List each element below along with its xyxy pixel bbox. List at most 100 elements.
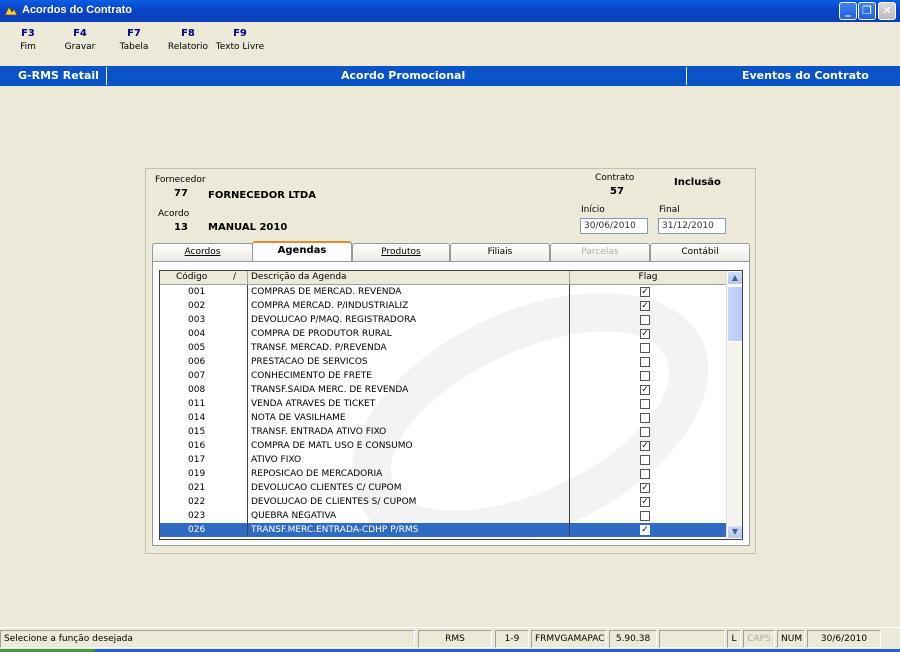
close-icon: ✕ [882, 4, 892, 17]
fkey-texto-livre[interactable]: F9 Texto Livre [214, 28, 266, 52]
rms-app-icon [4, 6, 18, 16]
flag-checkbox[interactable]: ✓ [640, 483, 650, 493]
table-row[interactable]: 003 DEVOLUCAO P/MAQ. REGISTRADORA [160, 313, 726, 327]
fkey-fim[interactable]: F3 Fim [16, 28, 40, 52]
table-row[interactable]: 001 COMPRAS DE MERCAD. REVENDA ✓ [160, 285, 726, 299]
fkey-label: Gravar [64, 42, 96, 52]
flag-checkbox[interactable] [640, 371, 650, 381]
scroll-thumb[interactable] [727, 286, 742, 342]
status-form: FRMVGAMAPAC [531, 630, 607, 648]
tab-agendas[interactable]: Agendas [252, 241, 352, 262]
cell-flag [570, 397, 726, 411]
table-row[interactable]: 011 VENDA ATRAVES DE TICKET [160, 397, 726, 411]
tab-filiais[interactable]: Filiais [450, 243, 550, 261]
fkey-relatorio[interactable]: F8 Relatorio [166, 28, 210, 52]
cell-descricao: COMPRA DE MATL USO E CONSUMO [248, 439, 570, 453]
flag-checkbox[interactable]: ✓ [640, 329, 650, 339]
tab-acordos[interactable]: Acordos [152, 243, 253, 261]
table-row[interactable]: 017 ATIVO FIXO [160, 453, 726, 467]
grid-rows: 001 COMPRAS DE MERCAD. REVENDA ✓ 002 COMPRA … [160, 285, 726, 537]
cell-flag [570, 313, 726, 327]
flag-checkbox[interactable] [640, 511, 650, 521]
table-row[interactable]: 008 TRANSF.SAIDA MERC. DE REVENDA ✓ [160, 383, 726, 397]
table-row[interactable]: 006 PRESTACAO DE SERVICOS [160, 355, 726, 369]
table-row[interactable]: 023 QUEBRA NEGATIVA [160, 509, 726, 523]
window-title: Acordos do Contrato [22, 4, 132, 16]
table-row[interactable]: 019 REPOSICAO DE MERCADORIA [160, 467, 726, 481]
table-row[interactable]: 007 CONHECIMENTO DE FRETE [160, 369, 726, 383]
table-row[interactable]: 005 TRANSF. MERCAD. P/REVENDA [160, 341, 726, 355]
tab-label: Agendas [277, 245, 327, 256]
scroll-down-button[interactable]: ▼ [727, 525, 742, 539]
fkey-gravar[interactable]: F4 Gravar [62, 28, 98, 52]
flag-checkbox[interactable] [640, 413, 650, 423]
cell-flag: ✓ [570, 383, 726, 397]
cell-codigo: 014 [160, 411, 248, 425]
cell-descricao: DEVOLUCAO CLIENTES C/ CUPOM [248, 481, 570, 495]
fkey-key: F8 [181, 28, 195, 39]
tab-contabil[interactable]: Contábil [650, 243, 750, 261]
flag-checkbox[interactable]: ✓ [640, 497, 650, 507]
flag-checkbox[interactable] [640, 455, 650, 465]
cell-codigo: 016 [160, 439, 248, 453]
close-button[interactable]: ✕ [878, 2, 896, 20]
table-row[interactable]: 022 DEVOLUCAO DE CLIENTES S/ CUPOM ✓ [160, 495, 726, 509]
inicio-date-field[interactable]: 30/06/2010 [580, 218, 648, 234]
flag-checkbox[interactable] [640, 315, 650, 325]
cell-descricao: TRANSF. ENTRADA ATIVO FIXO [248, 425, 570, 439]
table-row[interactable]: 015 TRANSF. ENTRADA ATIVO FIXO [160, 425, 726, 439]
cell-flag [570, 425, 726, 439]
agendas-grid[interactable]: Código / Descrição da Agenda Flag 001 COM… [159, 270, 743, 540]
cell-descricao: TRANSF.MERC.ENTRADA-CDHP P/RMS [248, 523, 570, 537]
flag-checkbox[interactable] [640, 399, 650, 409]
cell-flag [570, 467, 726, 481]
column-header-flag[interactable]: Flag [570, 271, 726, 285]
cell-codigo: 008 [160, 383, 248, 397]
tab-label: Acordos [184, 247, 221, 257]
scroll-up-button[interactable]: ▲ [727, 271, 742, 285]
final-label: Final [659, 205, 680, 215]
band-separator [106, 67, 107, 85]
minimize-icon: _ [845, 4, 851, 17]
flag-checkbox[interactable] [640, 427, 650, 437]
function-key-toolbar: F3 Fim F4 Gravar F7 Tabela F8 Relatorio … [0, 22, 900, 66]
table-row[interactable]: 002 COMPRA MERCAD. P/INDUSTRIALIZ ✓ [160, 299, 726, 313]
maximize-button[interactable]: ❐ [858, 2, 876, 20]
status-caps: CAPS [743, 630, 775, 648]
cell-codigo: 007 [160, 369, 248, 383]
fkey-key: F9 [233, 28, 247, 39]
column-header-descricao[interactable]: Descrição da Agenda [248, 271, 570, 285]
flag-checkbox[interactable]: ✓ [640, 287, 650, 297]
flag-checkbox[interactable] [640, 343, 650, 353]
flag-checkbox[interactable]: ✓ [640, 385, 650, 395]
cell-flag [570, 341, 726, 355]
minimize-button[interactable]: _ [839, 2, 857, 20]
tab-parcelas[interactable]: Parcelas [550, 243, 650, 261]
tab-produtos[interactable]: Produtos [352, 243, 450, 261]
table-row[interactable]: 021 DEVOLUCAO CLIENTES C/ CUPOM ✓ [160, 481, 726, 495]
flag-checkbox[interactable]: ✓ [640, 525, 650, 535]
cell-descricao: DEVOLUCAO P/MAQ. REGISTRADORA [248, 313, 570, 327]
cell-descricao: VENDA ATRAVES DE TICKET [248, 397, 570, 411]
status-system: RMS [418, 630, 492, 648]
fkey-label: Texto Livre [215, 42, 265, 52]
flag-checkbox[interactable]: ✓ [640, 441, 650, 451]
flag-checkbox[interactable] [640, 469, 650, 479]
table-row[interactable]: 026 TRANSF.MERC.ENTRADA-CDHP P/RMS ✓ [160, 523, 726, 537]
contract-panel: Fornecedor 77 FORNECEDOR LTDA Acordo 13 … [145, 168, 756, 554]
column-label: Código [176, 272, 208, 282]
column-header-codigo[interactable]: Código / [160, 271, 248, 285]
fkey-tabela[interactable]: F7 Tabela [116, 28, 152, 52]
cell-descricao: CONHECIMENTO DE FRETE [248, 369, 570, 383]
tab-label: Contábil [681, 247, 719, 257]
table-row[interactable]: 004 COMPRA DE PRODUTOR RURAL ✓ [160, 327, 726, 341]
table-row[interactable]: 014 NOTA DE VASILHAME [160, 411, 726, 425]
maximize-icon: ❐ [862, 4, 872, 17]
cell-codigo: 005 [160, 341, 248, 355]
vertical-scrollbar[interactable]: ▲ ▼ [726, 271, 742, 539]
flag-checkbox[interactable]: ✓ [640, 301, 650, 311]
band-screen-title: Acordo Promocional [341, 69, 466, 82]
final-date-field[interactable]: 31/12/2010 [658, 218, 726, 234]
flag-checkbox[interactable] [640, 357, 650, 367]
table-row[interactable]: 016 COMPRA DE MATL USO E CONSUMO ✓ [160, 439, 726, 453]
